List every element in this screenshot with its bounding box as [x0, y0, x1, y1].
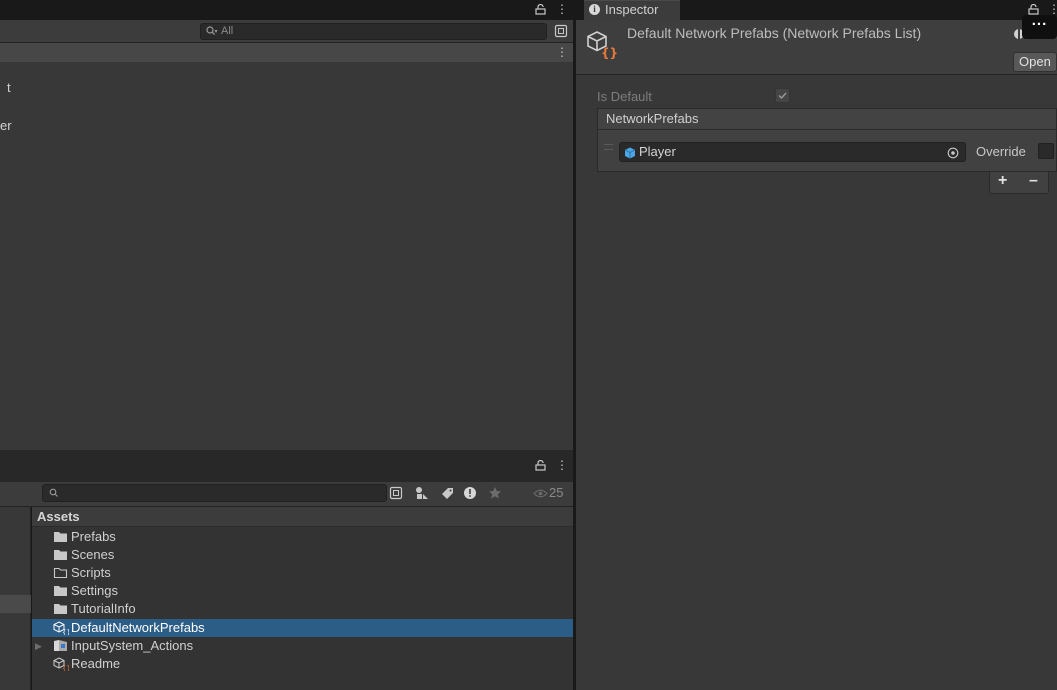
search-icon: ▾ [206, 26, 218, 36]
is-default-checkbox[interactable] [775, 88, 790, 103]
svg-text:▾: ▾ [215, 29, 218, 35]
maximize-icon[interactable] [389, 486, 403, 500]
remove-element-button[interactable]: – [1029, 172, 1038, 190]
asset-label: TutorialInfo [71, 601, 136, 616]
object-picker-icon[interactable] [947, 147, 959, 159]
asset-row-scripts[interactable]: Scripts [32, 564, 573, 582]
more-options-button[interactable]: ... [1022, 13, 1057, 39]
asset-row-tutorialinfo[interactable]: TutorialInfo [32, 600, 573, 618]
asset-label: Scripts [71, 565, 111, 580]
override-checkbox[interactable] [1038, 143, 1054, 159]
svg-text:{}: {} [62, 629, 69, 636]
folder-icon [54, 586, 67, 596]
scene-menu-icon[interactable]: ⋮ [556, 45, 568, 59]
prefab-cube-icon [624, 147, 636, 159]
network-prefabs-asset-icon: {} [587, 31, 618, 60]
input-actions-icon [54, 640, 67, 651]
add-element-button[interactable]: + [998, 172, 1007, 190]
is-default-label: Is Default [597, 89, 652, 104]
project-search-input[interactable] [42, 484, 387, 502]
empty-folder-icon [53, 567, 68, 579]
favorite-star-icon[interactable] [488, 486, 502, 500]
folder-tree-selected-row[interactable] [0, 595, 31, 613]
lock-icon[interactable] [535, 460, 546, 471]
visibility-eye-icon[interactable] [533, 489, 548, 498]
tab-inspector[interactable]: i Inspector [584, 0, 680, 20]
asset-row-prefabs[interactable]: Prefabs [32, 528, 573, 546]
folder-icon [54, 604, 67, 614]
asset-row-defaultnetworkprefabs[interactable]: {} DefaultNetworkPrefabs [32, 619, 573, 637]
expand-arrow-icon[interactable]: ▶ [35, 637, 42, 655]
folder-icon [54, 550, 67, 560]
tab-inspector-label: Inspector [605, 2, 659, 17]
asset-label: Scenes [71, 547, 115, 562]
prefab-object-field[interactable]: Player [619, 142, 966, 162]
hierarchy-search-input[interactable]: ▾ All [200, 23, 547, 40]
folder-icon [54, 532, 67, 542]
prefab-field-value: Player [639, 144, 676, 159]
search-icon [49, 488, 58, 497]
asset-row-readme[interactable]: {} Readme [32, 655, 573, 673]
hierarchy-search-placeholder: All [221, 25, 234, 37]
project-tab-bar: ⋮ [0, 450, 573, 482]
asset-label: Prefabs [71, 529, 116, 544]
filter-by-log-type-icon[interactable] [463, 486, 477, 500]
open-button[interactable]: Open [1013, 52, 1057, 72]
readme-asset-icon: {} [53, 657, 69, 671]
asset-row-scenes[interactable]: Scenes [32, 546, 573, 564]
info-icon: i [589, 4, 600, 15]
hierarchy-item[interactable]: er [0, 118, 12, 133]
filter-by-label-icon[interactable] [441, 487, 454, 499]
hierarchy-body: t er [0, 62, 573, 450]
asset-row-inputsystem-actions[interactable]: ▶ InputSystem_Actions [32, 637, 573, 655]
lock-icon[interactable] [535, 4, 546, 15]
visible-count: 25 [549, 485, 564, 500]
hierarchy-item[interactable]: t [7, 80, 11, 95]
asset-label: DefaultNetworkPrefabs [71, 620, 205, 635]
maximize-icon[interactable] [554, 24, 568, 38]
asset-row-settings[interactable]: Settings [32, 582, 573, 600]
filter-by-type-icon[interactable] [415, 486, 429, 500]
inspector-title: Default Network Prefabs (Network Prefabs… [627, 25, 922, 41]
checkmark-icon [778, 92, 787, 100]
drag-handle-icon[interactable] [604, 144, 613, 150]
asset-label: InputSystem_Actions [71, 638, 194, 653]
hierarchy-tab-bar: ⋮ [0, 0, 573, 20]
network-prefabs-list-header[interactable]: NetworkPrefabs [597, 108, 1057, 130]
assets-breadcrumb[interactable]: Assets [32, 507, 573, 527]
kebab-menu-icon[interactable]: ⋮ [556, 2, 568, 16]
override-label: Override [976, 144, 1026, 159]
hierarchy-scene-header: ⋮ [0, 43, 573, 62]
asset-label: Settings [71, 583, 118, 598]
svg-text:{}: {} [62, 665, 69, 672]
kebab-menu-icon[interactable]: ⋮ [1048, 2, 1057, 16]
asset-label: Readme [71, 656, 121, 671]
svg-text:{}: {} [601, 46, 618, 60]
kebab-menu-icon[interactable]: ⋮ [556, 458, 568, 472]
network-prefabs-asset-icon: {} [53, 621, 69, 635]
